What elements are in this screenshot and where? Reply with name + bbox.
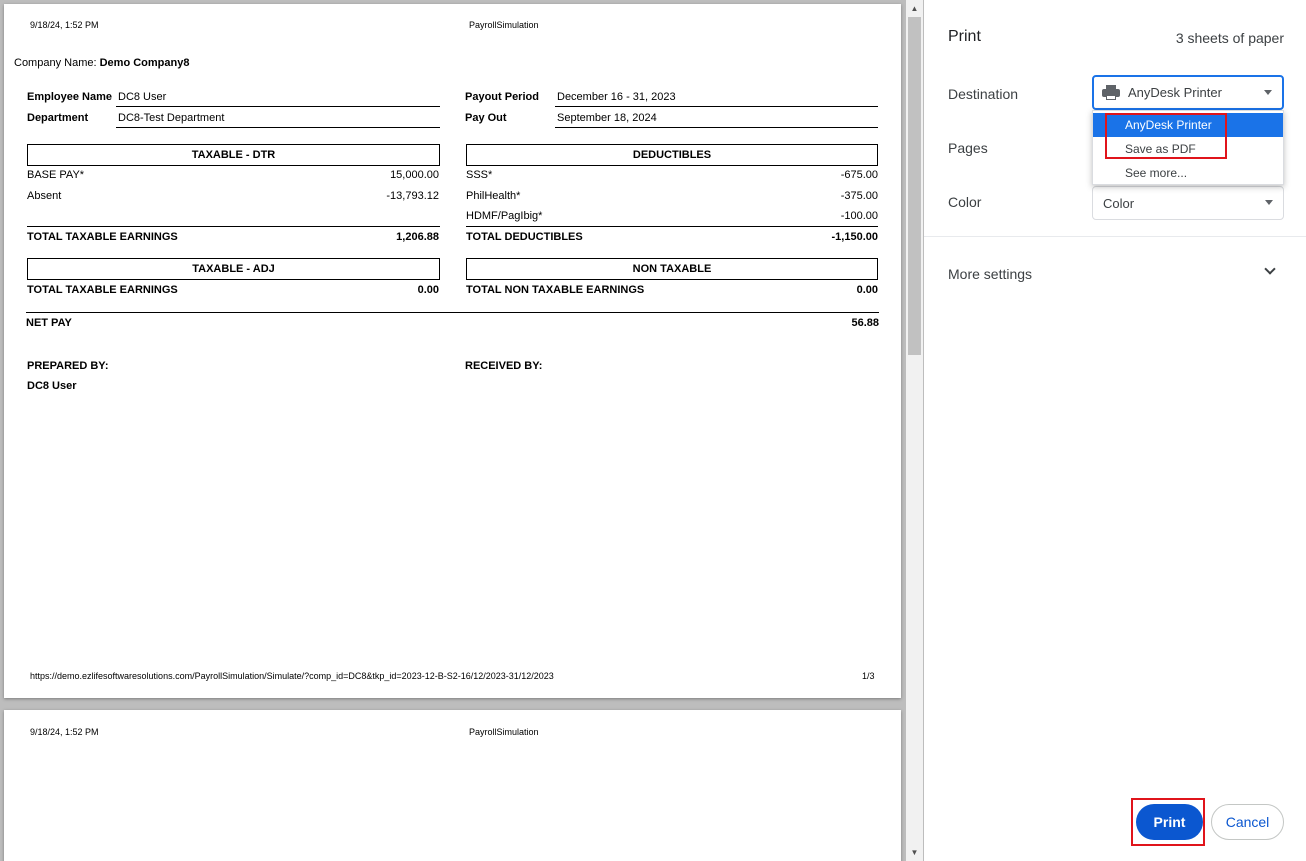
taxable-dtr-header: TAXABLE - DTR <box>27 144 440 166</box>
destination-label: Destination <box>948 86 1019 102</box>
dtr-total-label: TOTAL TAXABLE EARNINGS <box>27 231 178 243</box>
net-pay-rule <box>26 312 879 313</box>
company-line: Company Name: Demo Company8 <box>14 57 189 69</box>
company-name: Demo Company8 <box>99 57 190 69</box>
pay-out-underline <box>555 127 878 128</box>
non-taxable-total-label: TOTAL NON TAXABLE EARNINGS <box>466 284 645 296</box>
more-settings-toggle[interactable]: More settings <box>948 266 1032 282</box>
employee-name-label: Employee Name <box>27 91 112 103</box>
scroll-up-arrow-icon[interactable]: ▲ <box>906 0 923 17</box>
deductibles-total-rule <box>466 226 878 227</box>
dropdown-caret-icon <box>1264 90 1272 95</box>
prepared-by-name: DC8 User <box>27 380 77 392</box>
non-taxable-total-value: 0.00 <box>856 284 878 296</box>
department-label: Department <box>27 112 89 124</box>
cancel-button[interactable]: Cancel <box>1211 804 1284 840</box>
print-settings-panel: Print 3 sheets of paper Destination AnyD… <box>924 0 1306 861</box>
dtr-total-rule <box>27 226 440 227</box>
destination-select[interactable]: AnyDesk Printer <box>1092 75 1284 110</box>
deductibles-total-value: -1,150.00 <box>831 231 878 243</box>
preview-page-1: 9/18/24, 1:52 PM PayrollSimulation Compa… <box>4 4 901 698</box>
destination-select-value: AnyDesk Printer <box>1128 85 1222 100</box>
print-preview-area: 9/18/24, 1:52 PM PayrollSimulation Compa… <box>0 0 924 861</box>
scroll-down-arrow-icon[interactable]: ▼ <box>906 844 923 861</box>
dropdown-option-see-more[interactable]: See more... <box>1093 161 1283 185</box>
received-by-label: RECEIVED BY: <box>465 360 543 372</box>
dtr-row-label: Absent <box>27 190 62 202</box>
highlight-box-print-button <box>1131 798 1205 846</box>
employee-name-underline <box>116 106 440 107</box>
dtr-row-value: 15,000.00 <box>390 169 439 181</box>
net-pay-label: NET PAY <box>26 317 72 329</box>
dropdown-caret-icon <box>1265 200 1273 205</box>
prepared-by-label: PREPARED BY: <box>27 360 109 372</box>
page-header-title: PayrollSimulation <box>469 20 539 30</box>
net-pay-value: 56.88 <box>851 317 879 329</box>
deductible-row-label: PhilHealth* <box>466 190 521 202</box>
pay-out-value: September 18, 2024 <box>557 112 657 124</box>
deductible-row-label: SSS* <box>466 169 493 181</box>
dtr-row-label: BASE PAY* <box>27 169 85 181</box>
page-header-title: PayrollSimulation <box>469 727 539 737</box>
color-label: Color <box>948 194 982 210</box>
taxable-adj-header: TAXABLE - ADJ <box>27 258 440 280</box>
company-label: Company Name: <box>14 57 97 69</box>
preview-page-2: 9/18/24, 1:52 PM PayrollSimulation <box>4 710 901 861</box>
deductible-row-value: -375.00 <box>840 190 878 202</box>
panel-title: Print <box>948 28 981 45</box>
highlight-box-destination-options <box>1105 113 1227 159</box>
pay-out-label: Pay Out <box>465 112 507 124</box>
page-header-datetime: 9/18/24, 1:52 PM <box>30 20 99 30</box>
page-footer-number: 1/3 <box>862 671 875 681</box>
department-value: DC8-Test Department <box>118 112 225 124</box>
employee-name-value: DC8 User <box>118 91 167 103</box>
scroll-thumb[interactable] <box>908 17 921 355</box>
panel-divider <box>924 236 1306 237</box>
deductibles-header: DEDUCTIBLES <box>466 144 878 166</box>
pages-label: Pages <box>948 140 988 156</box>
non-taxable-header: NON TAXABLE <box>466 258 878 280</box>
payout-period-label: Payout Period <box>465 91 539 103</box>
dtr-row-value: -13,793.12 <box>386 190 439 202</box>
payout-period-value: December 16 - 31, 2023 <box>557 91 676 103</box>
color-select[interactable]: Color <box>1092 186 1284 220</box>
payout-period-underline <box>555 106 878 107</box>
deductible-row-label: HDMF/PagIbig* <box>466 210 543 222</box>
department-underline <box>116 127 440 128</box>
dtr-total-value: 1,206.88 <box>396 231 439 243</box>
deductible-row-value: -100.00 <box>840 210 878 222</box>
sheet-count: 3 sheets of paper <box>1175 30 1284 46</box>
printer-icon <box>1102 84 1120 101</box>
page-footer-url: https://demo.ezlifesoftwaresolutions.com… <box>30 671 554 681</box>
color-select-value: Color <box>1103 195 1135 211</box>
deductibles-total-label: TOTAL DEDUCTIBLES <box>466 231 583 243</box>
adj-total-label: TOTAL TAXABLE EARNINGS <box>27 284 178 296</box>
chevron-down-icon[interactable] <box>1264 263 1276 275</box>
deductible-row-value: -675.00 <box>840 169 878 181</box>
page-header-datetime: 9/18/24, 1:52 PM <box>30 727 99 737</box>
preview-scrollbar[interactable]: ▲ ▼ <box>906 0 923 861</box>
adj-total-value: 0.00 <box>417 284 439 296</box>
